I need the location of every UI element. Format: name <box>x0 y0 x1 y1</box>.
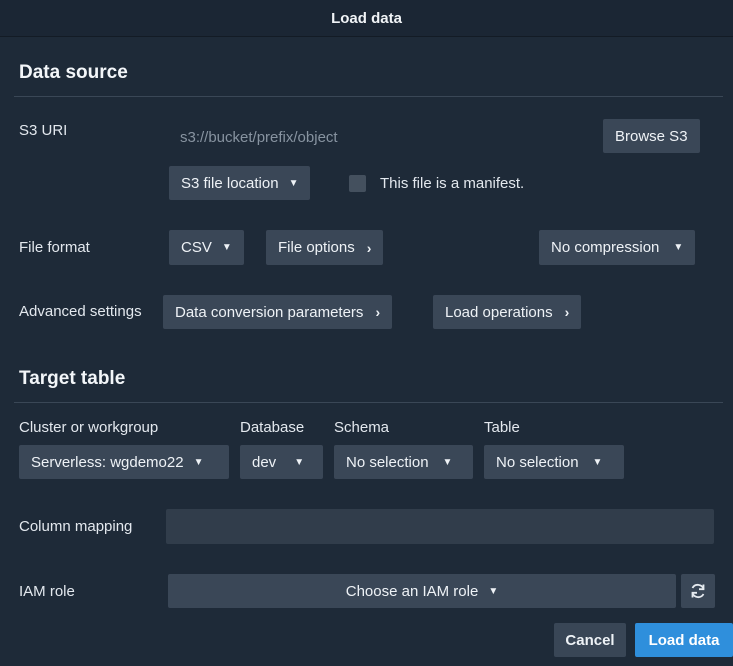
file-format-dropdown[interactable]: CSV ▼ <box>169 230 244 265</box>
load-operations-label: Load operations <box>445 303 553 321</box>
refresh-iam-roles-button[interactable] <box>681 574 715 608</box>
schema-value: No selection <box>346 453 429 471</box>
data-conversion-label: Data conversion parameters <box>175 303 364 321</box>
database-value: dev <box>252 453 277 471</box>
manifest-checkbox[interactable] <box>349 175 366 192</box>
caret-down-icon: ▼ <box>288 177 299 189</box>
database-label: Database <box>240 419 305 436</box>
s3-uri-label: S3 URI <box>19 122 68 139</box>
caret-down-icon: ▼ <box>294 456 305 468</box>
table-label: Table <box>484 419 520 436</box>
cluster-label: Cluster or workgroup <box>19 419 159 436</box>
browse-s3-button[interactable]: Browse S3 <box>603 119 700 153</box>
chevron-right-icon: › <box>366 239 372 256</box>
chevron-right-icon: › <box>375 304 381 320</box>
caret-down-icon: ▼ <box>221 242 232 253</box>
data-conversion-button[interactable]: Data conversion parameters › <box>163 295 393 329</box>
iam-role-label: IAM role <box>19 583 75 600</box>
dialog-title: Load data <box>0 0 733 37</box>
caret-down-icon: ▼ <box>673 242 684 253</box>
schema-dropdown[interactable]: No selection ▼ <box>334 445 473 479</box>
column-mapping-label: Column mapping <box>19 518 133 535</box>
compression-dropdown[interactable]: No compression ▼ <box>539 230 696 265</box>
compression-value: No compression <box>551 239 660 256</box>
load-data-button[interactable]: Load data <box>635 623 733 657</box>
column-mapping-field[interactable] <box>166 509 714 544</box>
data-source-heading: Data source <box>19 62 128 83</box>
cancel-label: Cancel <box>565 631 615 649</box>
s3-file-location-dropdown[interactable]: S3 file location ▼ <box>169 166 311 200</box>
manifest-label: This file is a manifest. <box>380 175 525 192</box>
s3-file-location-label: S3 file location <box>181 174 279 192</box>
file-format-value: CSV <box>181 239 212 256</box>
s3-uri-input[interactable]: s3://bucket/prefix/object <box>168 119 596 155</box>
iam-role-value: Choose an IAM role <box>345 582 479 600</box>
caret-down-icon: ▼ <box>592 456 603 468</box>
caret-down-icon: ▼ <box>488 585 499 597</box>
section-divider <box>14 96 723 97</box>
load-operations-button[interactable]: Load operations › <box>433 295 582 329</box>
section-divider <box>14 402 723 403</box>
cluster-value: Serverless: wgdemo22 <box>31 453 184 471</box>
file-format-label: File format <box>19 239 90 256</box>
chevron-right-icon: › <box>564 304 570 320</box>
table-value: No selection <box>496 453 579 471</box>
schema-label: Schema <box>334 419 390 436</box>
caret-down-icon: ▼ <box>442 456 453 468</box>
load-data-label: Load data <box>648 631 720 649</box>
cluster-dropdown[interactable]: Serverless: wgdemo22 ▼ <box>19 445 229 479</box>
table-dropdown[interactable]: No selection ▼ <box>484 445 624 479</box>
iam-role-dropdown[interactable]: Choose an IAM role ▼ <box>168 574 676 608</box>
advanced-settings-label: Advanced settings <box>19 303 142 320</box>
browse-s3-label: Browse S3 <box>615 127 688 145</box>
database-dropdown[interactable]: dev ▼ <box>240 445 323 479</box>
cancel-button[interactable]: Cancel <box>554 623 626 657</box>
target-table-heading: Target table <box>19 368 126 389</box>
s3-uri-placeholder: s3://bucket/prefix/object <box>180 128 338 146</box>
file-options-button[interactable]: File options › <box>266 230 384 265</box>
refresh-icon <box>691 583 705 599</box>
caret-down-icon: ▼ <box>193 456 204 468</box>
file-options-label: File options <box>278 239 355 256</box>
